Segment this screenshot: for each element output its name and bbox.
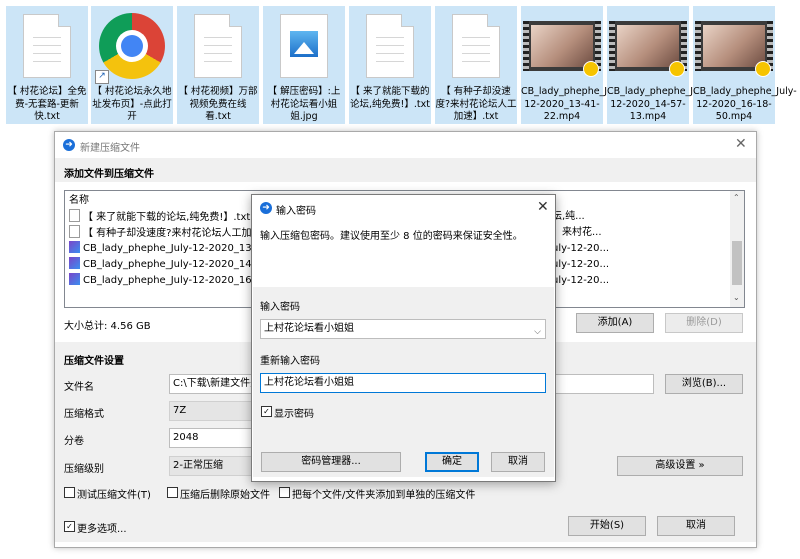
chevron-down-icon[interactable]: ⌵ [534, 323, 541, 338]
file-label: 【 解压密码】:上村花论坛看小姐姐.jpg [267, 86, 341, 122]
password-manager-button[interactable]: 密码管理器... [261, 452, 401, 472]
bandizip-icon: ➜ [63, 139, 75, 151]
password-dialog-title: 输入密码 [276, 206, 316, 217]
bandizip-icon: ➜ [260, 202, 272, 214]
file-item[interactable]: 【 村花视频】万部视频免费在线看.txt [177, 6, 259, 124]
file-item[interactable]: 【 有种子却没速度?来村花论坛人工加速】.txt [435, 6, 517, 124]
close-icon[interactable]: ✕ [735, 136, 747, 152]
video-thumbnail [609, 21, 687, 77]
delete-original-checkbox[interactable] [167, 487, 178, 498]
file-item[interactable]: CB_lady_phephe_July-12-2020_16-18-50.mp4 [693, 6, 797, 124]
file-item[interactable]: 【 村花论坛】全免费-无套路-更新快.txt [6, 6, 88, 124]
list-item-tail: uly-12-20... [552, 243, 610, 254]
list-item[interactable]: CB_lady_phephe_July-12-2020_13-41- [69, 241, 272, 257]
list-item-tail: 』来村花... [552, 227, 602, 238]
scrollbar-thumb[interactable] [732, 241, 742, 285]
video-thumbnail [523, 21, 601, 77]
more-options-label: 更多选项... [77, 524, 127, 535]
file-item[interactable]: CB_lady_phephe_July-12-2020_14-57-13.mp4 [607, 6, 711, 124]
password-description: 输入压缩包密码。建议使用至少 8 位的密码来保证安全性。 [260, 231, 523, 242]
close-icon[interactable]: ✕ [537, 199, 549, 215]
level-select[interactable]: 2-正常压缩 [169, 456, 253, 476]
volume-input[interactable]: 2048 [169, 428, 253, 448]
file-item[interactable]: ↗ 【 村花论坛永久地址发布页】-点此打开 [91, 6, 173, 124]
file-item[interactable]: CB_lady_phephe_July-12-2020_13-41-22.mp4 [521, 6, 625, 124]
list-item-tail: uly-12-20... [552, 275, 610, 286]
list-scrollbar[interactable]: ⌃ ⌄ [730, 191, 744, 307]
file-item[interactable]: 【 来了就能下载的论坛,纯免费!】.txt [349, 6, 431, 124]
delete-original-label: 压缩后删除原始文件 [180, 490, 270, 501]
test-archive-label: 测试压缩文件(T) [77, 490, 151, 501]
list-header: 名称 [69, 195, 89, 206]
text-file-icon [452, 14, 500, 78]
reenter-password-label: 重新输入密码 [260, 356, 320, 367]
cancel-button[interactable]: 取消 [491, 452, 545, 472]
ok-button[interactable]: 确定 [425, 452, 479, 472]
video-file-icon [69, 257, 80, 269]
video-file-icon [69, 241, 80, 253]
image-file-icon [280, 14, 328, 78]
separate-archives-label: 把每个文件/文件夹添加到单独的压缩文件 [292, 490, 476, 501]
text-file-icon [194, 14, 242, 78]
file-item[interactable]: 【 解压密码】:上村花论坛看小姐姐.jpg [263, 6, 345, 124]
format-label: 压缩格式 [64, 409, 104, 420]
file-label: 【 村花论坛】全免费-无套路-更新快.txt [7, 86, 87, 122]
list-item[interactable]: CB_lady_phephe_July-12-2020_16-18- [69, 273, 272, 289]
enter-password-label: 输入密码 [260, 302, 300, 313]
player-badge-icon [583, 61, 599, 77]
scroll-up-icon[interactable]: ⌃ [733, 193, 740, 202]
format-select[interactable]: 7Z [169, 401, 253, 421]
test-archive-checkbox[interactable] [64, 487, 75, 498]
show-password-checkbox[interactable]: ✓ [261, 406, 272, 417]
file-label: CB_lady_phephe_July-12-2020_14-57-13.mp4 [607, 86, 711, 122]
delete-button[interactable]: 删除(D) [665, 313, 743, 333]
password-input[interactable]: 上村花论坛看小姐姐 ⌵ [260, 319, 546, 339]
list-item[interactable]: 【 来了就能下载的论坛,纯免费!】.txt [69, 209, 250, 225]
file-label: 【 有种子却没速度?来村花论坛人工加速】.txt [435, 86, 517, 122]
file-label: 【 村花论坛永久地址发布页】-点此打开 [92, 86, 172, 122]
separate-archives-checkbox[interactable] [279, 487, 290, 498]
level-label: 压缩级别 [64, 464, 104, 475]
volume-label: 分卷 [64, 436, 84, 447]
section-archive-settings: 压缩文件设置 [64, 356, 124, 367]
text-file-icon [366, 14, 414, 78]
list-item-tail: uly-12-20... [552, 259, 610, 270]
text-file-icon [23, 14, 71, 78]
advanced-settings-button[interactable]: 高级设置 » [617, 456, 743, 476]
player-badge-icon [669, 61, 685, 77]
file-label: CB_lady_phephe_July-12-2020_16-18-50.mp4 [693, 86, 797, 122]
more-options-checkbox[interactable]: ✓ [64, 521, 75, 532]
file-label: 【 村花视频】万部视频免费在线看.txt [178, 86, 258, 122]
video-thumbnail [695, 21, 773, 77]
shortcut-arrow-icon: ↗ [95, 70, 109, 84]
file-label: 【 来了就能下载的论坛,纯免费!】.txt [350, 86, 430, 110]
file-label: CB_lady_phephe_July-12-2020_13-41-22.mp4 [521, 86, 625, 122]
total-size: 大小总计: 4.56 GB [64, 321, 151, 332]
password-dialog: ➜ 输入密码 ✕ 输入压缩包密码。建议使用至少 8 位的密码来保证安全性。 输入… [251, 194, 556, 482]
dialog-title: 新建压缩文件 [80, 143, 140, 154]
add-button[interactable]: 添加(A) [576, 313, 654, 333]
show-password-label: 显示密码 [274, 409, 314, 420]
text-file-icon [69, 209, 80, 222]
browse-button[interactable]: 浏览(B)... [665, 374, 743, 394]
start-button[interactable]: 开始(S) [568, 516, 646, 536]
scroll-down-icon[interactable]: ⌄ [733, 293, 740, 302]
section-add-files: 添加文件到压缩文件 [64, 169, 154, 180]
cancel-button[interactable]: 取消 [657, 516, 735, 536]
list-item-tail: 坛,纯... [552, 211, 585, 222]
player-badge-icon [755, 61, 771, 77]
video-file-icon [69, 273, 80, 285]
filename-label: 文件名 [64, 382, 94, 393]
list-item[interactable]: 【 有种子却没速度?来村花论坛人工加速 [69, 225, 262, 241]
dialog-titlebar: ➜ 新建压缩文件 ✕ [55, 132, 756, 158]
list-item[interactable]: CB_lady_phephe_July-12-2020_14-57- [69, 257, 272, 273]
text-file-icon [69, 225, 80, 238]
reenter-password-input[interactable]: 上村花论坛看小姐姐 [260, 373, 546, 393]
